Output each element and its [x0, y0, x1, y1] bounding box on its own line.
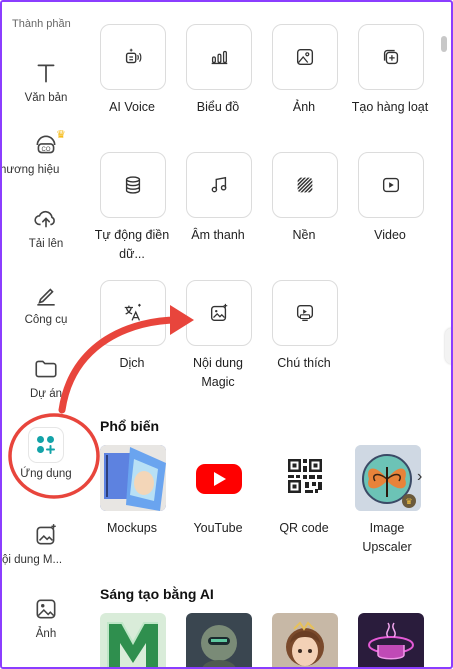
image-tile[interactable] — [272, 24, 338, 90]
sidebar-item-label: Văn bản — [24, 92, 68, 104]
text-icon — [33, 60, 59, 86]
video-icon — [382, 177, 400, 193]
sidebar-item-draw[interactable]: Công cụ — [2, 282, 90, 326]
ai-app-thumbnail-3[interactable] — [272, 613, 338, 667]
ai-voice-label: AI Voice — [109, 100, 155, 114]
background-label: Nền — [292, 228, 316, 242]
sidebar-item-magic-media[interactable]: ội dung M... — [2, 522, 90, 566]
sidebar-item-label: hương hiệu — [0, 164, 60, 176]
bulk-create-label: Tạo hàng loạt — [351, 100, 429, 114]
sidebar-item-label: Dự án — [30, 388, 62, 400]
audio-label: Âm thanh — [191, 228, 245, 242]
bulk-create-tile[interactable] — [358, 24, 424, 90]
sidebar-item-upload[interactable]: Tải lên — [2, 206, 90, 250]
scrollbar[interactable] — [441, 36, 447, 52]
autofill-tile[interactable] — [100, 152, 166, 218]
ai-voice-icon — [125, 48, 142, 64]
translate-label: Dịch — [119, 356, 145, 370]
youtube-label: YouTube — [193, 521, 243, 535]
background-icon — [297, 177, 313, 193]
upload-icon — [33, 206, 59, 232]
magic-media-icon — [33, 522, 59, 548]
sidebar-item-label: ội dung M... — [2, 554, 63, 566]
sidebar-elements-label[interactable]: Thành phần — [2, 18, 100, 30]
app-frame: Thành phần Văn bản ♛ CO hương hiệu Tải l… — [0, 0, 453, 669]
youtube-icon — [196, 464, 242, 494]
ai-app-thumbnail-1[interactable] — [100, 613, 166, 667]
qr-code-thumbnail[interactable] — [272, 445, 338, 511]
draw-icon — [33, 282, 59, 308]
sidebar: Thành phần Văn bản ♛ CO hương hiệu Tải l… — [2, 2, 90, 667]
chart-tile[interactable] — [186, 24, 252, 90]
sidebar-item-label: Công cụ — [24, 314, 68, 326]
bulk-create-icon — [383, 49, 399, 65]
ai-section-title: Sáng tạo bằng AI — [100, 586, 214, 602]
svg-text:♛: ♛ — [405, 497, 412, 506]
apps-panel: AI Voice Biểu đồ Ảnh Tạo hàng loạt Tự độ… — [90, 2, 451, 667]
translate-icon — [124, 303, 141, 321]
sidebar-item-photos[interactable]: Ảnh — [2, 596, 90, 640]
translate-tile[interactable] — [100, 280, 166, 346]
magic-icon — [210, 303, 228, 322]
crown-icon: ♛ — [56, 129, 66, 141]
sidebar-item-projects[interactable]: Dự án — [2, 356, 90, 400]
magic-media-label: Nội dung Magic — [192, 356, 244, 389]
panel-collapse-handle[interactable] — [445, 328, 451, 364]
autofill-label: Tự động điền dữ... — [94, 228, 170, 261]
popular-section-title: Phổ biến — [100, 418, 160, 434]
magic-media-tile[interactable] — [186, 280, 252, 346]
qr-code-label: QR code — [279, 521, 329, 535]
caption-tile[interactable] — [272, 280, 338, 346]
folder-icon — [33, 356, 59, 382]
music-icon — [211, 176, 227, 193]
image-icon — [296, 48, 314, 66]
youtube-thumbnail[interactable] — [186, 445, 252, 511]
sidebar-item-label: Ứng dụng — [20, 468, 72, 480]
caption-icon — [296, 304, 314, 322]
mockups-thumbnail[interactable] — [100, 445, 166, 511]
sidebar-item-text[interactable]: Văn bản — [2, 60, 90, 104]
image-upscaler-label: Image Upscaler — [362, 521, 412, 554]
chart-icon — [211, 50, 228, 65]
audio-tile[interactable] — [186, 152, 252, 218]
svg-text:CO: CO — [42, 147, 51, 153]
sidebar-item-label: Ảnh — [35, 628, 57, 640]
chevron-right-icon[interactable]: › — [417, 468, 422, 486]
apps-icon — [29, 428, 63, 462]
sidebar-item-brand[interactable]: ♛ CO hương hiệu — [0, 129, 90, 176]
ai-app-thumbnail-2[interactable] — [186, 613, 252, 667]
image-upscaler-thumbnail[interactable]: ♛ — [355, 445, 421, 511]
mockups-label: Mockups — [106, 521, 158, 535]
background-tile[interactable] — [272, 152, 338, 218]
chart-label: Biểu đồ — [196, 100, 240, 114]
photo-icon — [33, 596, 59, 622]
qr-code-icon — [288, 459, 322, 493]
video-label: Video — [374, 228, 406, 242]
ai-voice-tile[interactable] — [100, 24, 166, 90]
image-label: Ảnh — [292, 100, 316, 114]
caption-label: Chú thích — [277, 356, 331, 370]
video-tile[interactable] — [358, 152, 424, 218]
sidebar-item-label: Tải lên — [28, 238, 64, 250]
database-icon — [125, 176, 141, 194]
ai-app-thumbnail-4[interactable] — [358, 613, 424, 667]
sidebar-item-apps[interactable]: Ứng dụng — [2, 428, 90, 480]
